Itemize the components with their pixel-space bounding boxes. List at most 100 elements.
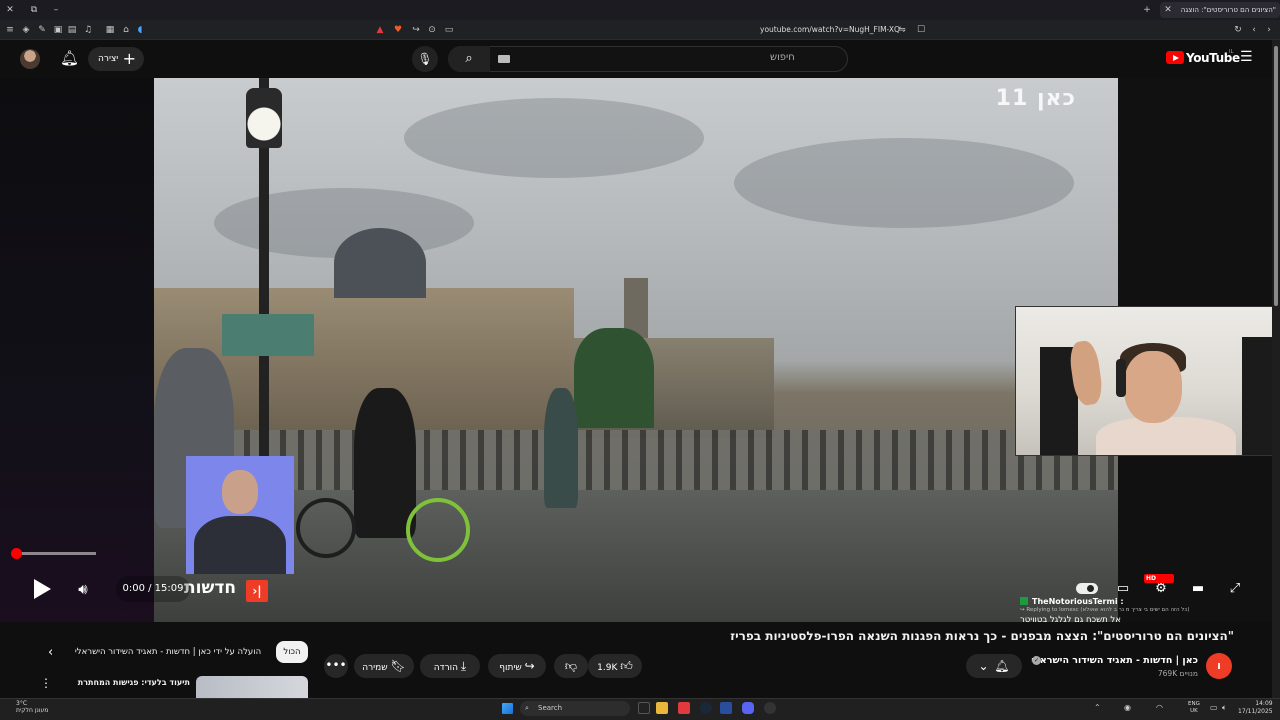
bell-icon: 🔔︎ xyxy=(994,659,1010,673)
task-view-icon[interactable] xyxy=(638,702,650,714)
subscribed-bell-button[interactable]: ⌄ 🔔︎ xyxy=(966,654,1022,678)
save-label: שמירה xyxy=(362,663,388,673)
weather-desc: מעונן חלקית xyxy=(16,707,49,714)
wallet-icon[interactable]: ▦ xyxy=(104,24,116,36)
guide-menu-icon[interactable]: ☰ xyxy=(1240,49,1253,65)
obs-icon[interactable] xyxy=(764,702,776,714)
browser-tab-active[interactable]: ✕ "הציונים הם טרוריסטים": הוצגה xyxy=(1160,2,1280,18)
play-button-icon[interactable] xyxy=(28,576,54,602)
notifications-bell-icon[interactable]: 🔔︎ xyxy=(60,49,79,67)
wifi-icon[interactable]: ◠ xyxy=(1156,703,1163,712)
chevron-left-icon[interactable]: ‹ xyxy=(48,645,53,660)
cloud xyxy=(734,138,1074,228)
fullscreen-icon[interactable]: ⤢ xyxy=(1226,580,1244,598)
download-button[interactable]: הורדה ⤓ xyxy=(420,654,480,678)
translate-icon[interactable]: ⊙ xyxy=(426,24,438,36)
more-actions-icon[interactable]: ••• xyxy=(324,654,348,678)
extension-icon[interactable]: ✎ xyxy=(36,24,48,36)
scrollbar-thumb[interactable] xyxy=(1274,46,1278,306)
forward-icon[interactable]: › xyxy=(1263,24,1275,36)
voice-search-mic-icon[interactable]: 🎙︎ xyxy=(412,46,438,72)
reload-icon[interactable]: ↻ xyxy=(1232,24,1244,36)
chip-all[interactable]: הכול xyxy=(276,641,308,663)
site-settings-icon[interactable]: ⇋ xyxy=(896,24,908,36)
cyclist xyxy=(354,388,416,538)
brave-shield-icon[interactable]: ♥ xyxy=(392,24,404,36)
close-window-icon[interactable]: ✕ xyxy=(4,4,16,16)
taskbar-search-placeholder: Search xyxy=(538,704,563,712)
pip-icon[interactable]: ▭ xyxy=(443,24,455,36)
chip-uploaded-by[interactable]: הועלה על ידי כאן | חדשות - תאגיד השידור … xyxy=(66,641,270,663)
audio-playing-icon[interactable]: ◖ xyxy=(134,24,146,36)
save-button[interactable]: שמירה 🔖︎ xyxy=(354,654,414,678)
bookmark-icon[interactable]: ☐ xyxy=(915,24,927,36)
interpreter-head xyxy=(222,470,258,514)
file-explorer-icon[interactable] xyxy=(656,702,668,714)
tray-app-icon[interactable]: ◉ xyxy=(1124,703,1131,712)
search-button[interactable]: ⌕ xyxy=(448,46,490,72)
taskbar-search[interactable]: ⌕ Search xyxy=(520,701,630,716)
share-page-icon[interactable]: ↪ xyxy=(410,24,422,36)
related-more-icon[interactable]: ⋮ xyxy=(40,676,52,690)
video-frame[interactable]: כאן 11 חדשות ›| xyxy=(154,78,1118,622)
steam-icon[interactable] xyxy=(700,702,712,714)
chat-badge-icon xyxy=(1020,597,1028,605)
weather-widget[interactable]: 3°C מעונן חלקית xyxy=(16,700,48,714)
minimize-window-icon[interactable]: – xyxy=(50,4,62,16)
hd-badge: HD xyxy=(1144,574,1174,583)
related-video-title[interactable]: תיעוד בלעדי: פגישות המחתרת xyxy=(78,678,190,687)
keyboard-icon[interactable] xyxy=(498,55,510,63)
back-icon[interactable]: ‹ xyxy=(1248,24,1260,36)
screenshot-icon[interactable]: ▣ xyxy=(52,24,64,36)
autoplay-toggle[interactable] xyxy=(1076,583,1098,594)
network-icon[interactable]: ▭ xyxy=(1210,703,1218,712)
brave-rewards-icon[interactable]: ▲ xyxy=(374,24,386,36)
system-clock[interactable]: 14:09 17/11/2025 xyxy=(1238,700,1273,716)
music-icon[interactable]: ♫ xyxy=(82,24,94,36)
related-video-thumbnail[interactable] xyxy=(196,676,308,698)
speaker-icon[interactable]: 🔈︎ xyxy=(1222,703,1227,713)
sidebar-menu-icon[interactable]: ≡ xyxy=(4,24,16,36)
pedestrian xyxy=(544,388,578,508)
windows-start-icon[interactable] xyxy=(502,703,513,714)
brave-browser-icon[interactable] xyxy=(678,702,690,714)
share-button[interactable]: שיתוף ↪ xyxy=(488,654,546,678)
reader-icon[interactable]: ▤ xyxy=(66,24,78,36)
interpreter-body xyxy=(194,516,286,574)
verified-check-icon: ✓ xyxy=(1032,656,1041,665)
shield-icon[interactable]: ◈ xyxy=(20,24,32,36)
streamer-webcam xyxy=(1015,306,1280,456)
youtube-logo-icon[interactable] xyxy=(1166,51,1184,64)
vpn-icon[interactable]: ⌂ xyxy=(120,24,132,36)
bridge-railing xyxy=(154,430,1118,490)
discord-icon[interactable] xyxy=(742,702,754,714)
bookmark-icon: 🔖︎ xyxy=(390,659,406,673)
player-ambient-left xyxy=(0,78,154,622)
tray-overflow-icon[interactable]: ⌃ xyxy=(1094,703,1101,712)
trees xyxy=(574,328,654,428)
restore-window-icon[interactable]: ⧉ xyxy=(28,4,40,16)
subscriber-count: 769K מנויים xyxy=(1157,669,1198,678)
clock-date: 17/11/2025 xyxy=(1238,708,1273,715)
app-icon[interactable] xyxy=(720,702,732,714)
url-field[interactable]: youtube.com/watch?v=NugH_FIM-XQ xyxy=(760,24,900,36)
language-indicator[interactable]: ENG UK xyxy=(1188,701,1200,715)
dome xyxy=(334,228,426,298)
channel-name[interactable]: כאן | חדשות - תאגיד השידור הישראלי xyxy=(1031,655,1198,666)
theater-mode-icon[interactable]: ▬ xyxy=(1189,580,1207,598)
like-button[interactable]: 1.9K 👍︎ xyxy=(588,654,642,678)
headset xyxy=(1116,359,1126,397)
channel-watermark: כאן 11 xyxy=(995,86,1076,111)
dislike-button[interactable]: 👎︎ xyxy=(554,654,588,678)
close-tab-icon[interactable]: ✕ xyxy=(1162,4,1174,16)
subtitles-icon[interactable]: ▭ xyxy=(1114,580,1132,598)
progress-bar[interactable] xyxy=(16,552,96,555)
new-tab-icon[interactable]: + xyxy=(1141,4,1153,16)
create-button[interactable]: יצירה + xyxy=(88,47,144,71)
scrubber-handle[interactable] xyxy=(11,548,22,559)
channel-avatar[interactable]: ו xyxy=(1206,653,1232,679)
person-face xyxy=(1124,351,1182,423)
search-placeholder: חיפוש xyxy=(770,52,795,63)
volume-icon[interactable]: 🔊︎ xyxy=(72,578,94,600)
account-avatar[interactable] xyxy=(20,49,40,69)
